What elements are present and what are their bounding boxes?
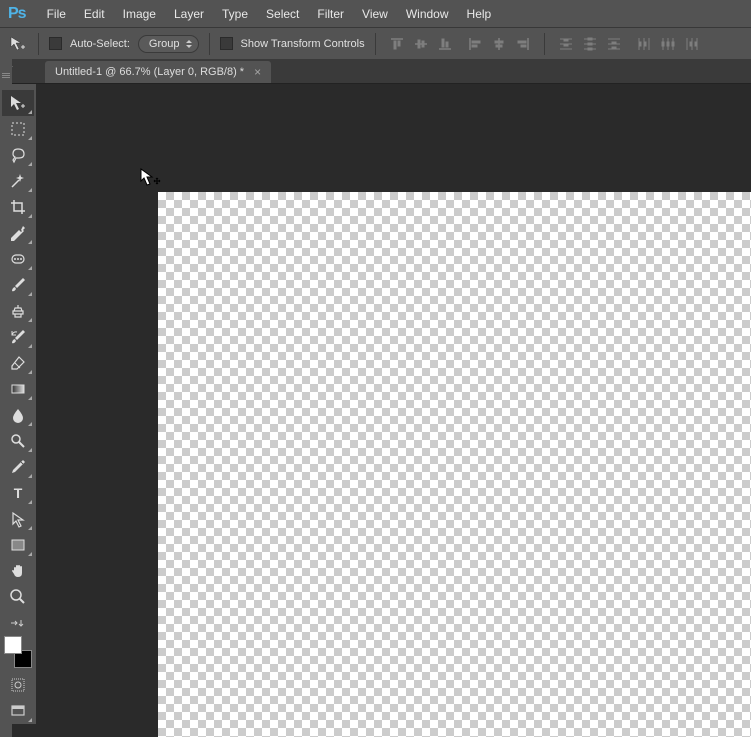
current-tool-indicator[interactable] (8, 34, 28, 54)
auto-select-label: Auto-Select: (70, 38, 130, 50)
gradient-tool[interactable] (2, 376, 34, 402)
lasso-tool[interactable] (2, 142, 34, 168)
document-tab-bar: Untitled-1 @ 66.7% (Layer 0, RGB/8) * × (0, 59, 751, 84)
divider (375, 33, 376, 55)
menu-image[interactable]: Image (114, 7, 165, 21)
type-tool[interactable]: T (2, 480, 34, 506)
screen-mode-icon[interactable] (2, 698, 34, 724)
align-bottom-icon[interactable] (434, 33, 456, 55)
options-bar: Auto-Select: Group Show Transform Contro… (0, 27, 751, 59)
document-tab-title: Untitled-1 @ 66.7% (Layer 0, RGB/8) * (55, 66, 244, 78)
align-vcenter-icon[interactable] (410, 33, 432, 55)
distribute-bottom-icon[interactable] (603, 33, 625, 55)
menu-edit[interactable]: Edit (75, 7, 114, 21)
blur-tool[interactable] (2, 402, 34, 428)
distribute-vcenter-icon[interactable] (579, 33, 601, 55)
menubar: Ps File Edit Image Layer Type Select Fil… (0, 0, 751, 27)
menu-file[interactable]: File (38, 7, 75, 21)
menu-window[interactable]: Window (397, 7, 458, 21)
menu-help[interactable]: Help (458, 7, 501, 21)
svg-text:T: T (14, 485, 23, 501)
healing-brush-tool[interactable] (2, 246, 34, 272)
menu-view[interactable]: View (353, 7, 397, 21)
clone-stamp-tool[interactable] (2, 298, 34, 324)
eyedropper-tool[interactable] (2, 220, 34, 246)
marquee-tool[interactable] (2, 116, 34, 142)
tab-close-icon[interactable]: × (254, 65, 261, 79)
align-right-icon[interactable] (512, 33, 534, 55)
dodge-tool[interactable] (2, 428, 34, 454)
foreground-color[interactable] (4, 636, 22, 654)
menu-select[interactable]: Select (257, 7, 308, 21)
menu-type[interactable]: Type (213, 7, 257, 21)
menu-layer[interactable]: Layer (165, 7, 213, 21)
show-transform-checkbox[interactable] (220, 37, 233, 50)
history-brush-tool[interactable] (2, 324, 34, 350)
brush-tool[interactable] (2, 272, 34, 298)
eraser-tool[interactable] (2, 350, 34, 376)
distribute-hcenter-icon[interactable] (657, 33, 679, 55)
document-tab[interactable]: Untitled-1 @ 66.7% (Layer 0, RGB/8) * × (45, 61, 271, 83)
document-canvas[interactable] (158, 192, 751, 737)
distribute-right-icon[interactable] (681, 33, 703, 55)
zoom-tool[interactable] (2, 584, 34, 610)
auto-select-checkbox[interactable] (49, 37, 62, 50)
show-transform-label: Show Transform Controls (241, 38, 365, 50)
magic-wand-tool[interactable] (2, 168, 34, 194)
toolbox-grip-icon[interactable] (2, 73, 10, 79)
menu-filter[interactable]: Filter (308, 7, 353, 21)
crop-tool[interactable] (2, 194, 34, 220)
align-hcenter-icon[interactable] (488, 33, 510, 55)
divider (544, 33, 545, 55)
rectangle-tool[interactable] (2, 532, 34, 558)
quick-mask-icon[interactable] (2, 672, 34, 698)
align-top-icon[interactable] (386, 33, 408, 55)
hand-tool[interactable] (2, 558, 34, 584)
color-swatches[interactable] (2, 636, 34, 668)
app-logo: Ps (8, 5, 26, 23)
pen-tool[interactable] (2, 454, 34, 480)
divider (209, 33, 210, 55)
align-vertical-group (386, 33, 456, 55)
distribute-group (555, 33, 625, 55)
auto-select-dropdown[interactable]: Group (138, 35, 199, 53)
canvas-workspace[interactable] (36, 84, 751, 737)
distribute-h-group (633, 33, 703, 55)
toolbox: T (0, 84, 36, 724)
divider (38, 33, 39, 55)
path-selection-tool[interactable] (2, 506, 34, 532)
align-left-icon[interactable] (464, 33, 486, 55)
align-horizontal-group (464, 33, 534, 55)
move-tool[interactable] (2, 90, 34, 116)
swap-colors-icon[interactable] (2, 616, 34, 630)
distribute-top-icon[interactable] (555, 33, 577, 55)
distribute-left-icon[interactable] (633, 33, 655, 55)
